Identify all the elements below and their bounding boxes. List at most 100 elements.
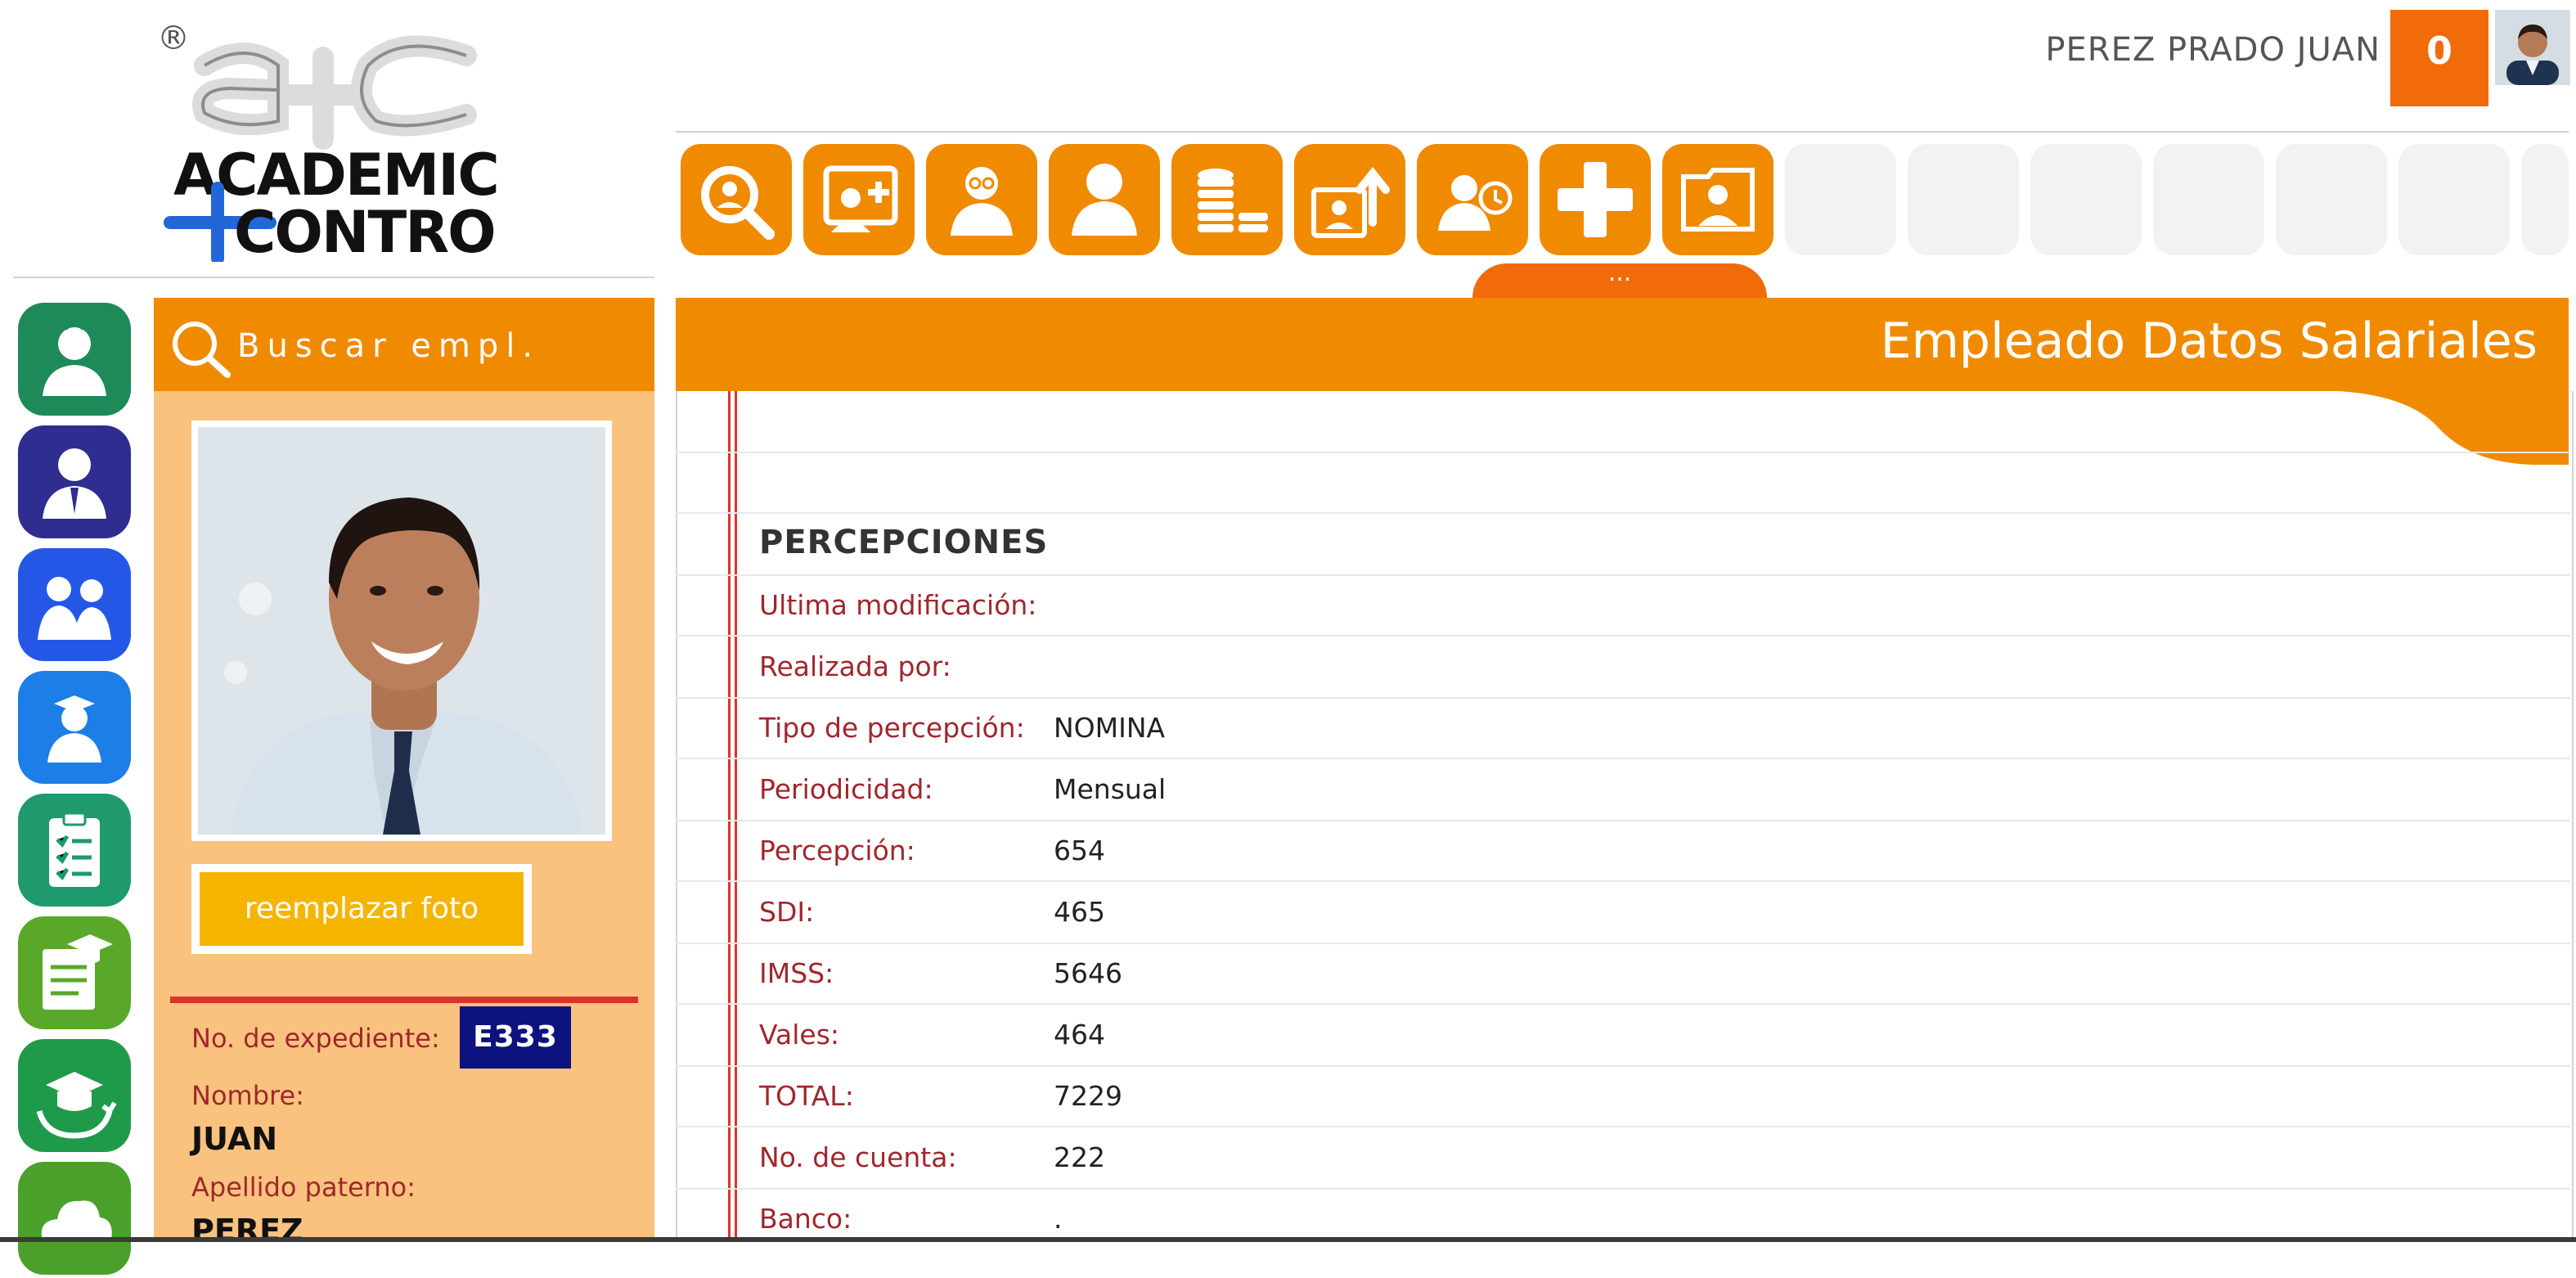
toolbar-empty-slot [1908,144,2019,255]
toolbar-empty-slot [2276,144,2387,255]
notification-badge[interactable]: 0 [2390,10,2488,106]
nav-students[interactable] [18,671,131,784]
nombre-label: Nombre: [191,1080,304,1111]
nav-parents[interactable] [18,548,131,661]
nav-evaluations[interactable] [18,794,131,907]
field-label-ultima-modificacion: Ultima modificación: [759,589,1037,621]
toolbar-add-button[interactable] [1540,144,1651,255]
toolbar-person-button[interactable] [1049,144,1160,255]
profile-divider [170,997,638,1003]
row-divider [676,1065,2570,1067]
field-label-tipo-percepcion: Tipo de percepción: [759,712,1025,744]
toolbar-empty-slot [2521,144,2569,255]
toolbar-empty-slot [2398,144,2510,255]
apellido-paterno-label: Apellido paterno: [191,1172,416,1203]
parents-icon [38,577,111,640]
employee-icon [43,448,106,519]
row-divider [676,1126,2570,1127]
nav-cloud[interactable] [18,1162,131,1275]
row-divider [676,697,2570,699]
toolbar-search-employee-button[interactable] [681,144,792,255]
add-employee-icon [823,165,898,232]
replace-photo-button[interactable]: reemplazar foto [200,872,524,946]
margin-line [735,391,737,1242]
user-avatar[interactable] [2495,10,2570,85]
expediente-badge: E333 [460,1006,571,1069]
employee-profile-icon [951,167,1013,236]
row-divider [676,512,2570,514]
search-employee-label[interactable]: Buscar empl. [237,327,540,365]
toolbar-history-button[interactable] [1417,144,1528,255]
field-label-no-cuenta: No. de cuenta: [759,1141,957,1173]
field-value-periodicidad: Mensual [1054,773,1167,805]
upload-person-icon [1311,166,1390,238]
expediente-label: No. de expediente: [191,1023,440,1054]
toolbar-add-employee-button[interactable] [803,144,915,255]
row-divider [676,1003,2570,1005]
row-divider [676,452,2570,453]
field-value-sdi: 465 [1054,896,1105,928]
toolbar-salary-button[interactable] [1171,144,1283,255]
certificate-icon [43,934,113,1010]
header-divider [676,131,2569,133]
nav-employees[interactable] [18,425,131,538]
row-divider [676,758,2570,759]
cloud-icon [41,1200,112,1240]
employee-photo [198,427,605,835]
field-label-total: TOTAL: [759,1080,854,1112]
row-divider [676,574,2570,576]
row-divider [676,943,2570,944]
page-title: Empleado Datos Salariales [1880,313,2538,370]
field-label-sdi: SDI: [759,896,815,928]
field-label-vales: Vales: [759,1019,840,1051]
search-icon [173,322,231,378]
row-divider [676,820,2570,821]
field-label-imss: IMSS: [759,957,834,989]
search-person-icon [701,166,775,240]
field-value-no-cuenta: 222 [1054,1141,1105,1173]
row-divider [676,880,2570,882]
row-divider [676,1188,2570,1190]
salary-data-panel [676,391,2574,1242]
margin-line [728,391,731,1242]
toolbar-more-tab[interactable]: ... [1472,261,1767,298]
toolbar-employee-profile-button[interactable] [926,144,1037,255]
graduation-cycle-icon [36,1072,117,1139]
section-title-percepciones: PERCEPCIONES [759,524,1049,561]
person-history-icon [1438,175,1513,231]
row-divider [676,635,2570,637]
field-value-total: 7229 [1054,1080,1122,1112]
field-value-banco: . [1054,1203,1063,1235]
logo-text-control: CONTROL [234,199,499,262]
person-icon [1072,164,1137,236]
field-value-percepcion: 654 [1054,835,1105,866]
plus-icon [1558,162,1633,237]
photo-person-icon [1681,168,1755,232]
field-label-realizada-por: Realizada por: [759,650,951,682]
nav-teachers[interactable] [18,303,131,416]
field-label-banco: Banco: [759,1203,852,1235]
student-icon [47,695,101,763]
coins-icon [1198,169,1268,232]
window-bottom-edge [0,1237,2576,1242]
field-value-imss: 5646 [1054,957,1122,989]
registered-mark: ® [157,20,190,57]
toolbar-empty-slot [1785,144,1896,255]
toolbar-photo-button[interactable] [1662,144,1774,255]
user-name[interactable]: PEREZ PRADO JUAN [1947,31,2380,69]
toolbar-upload-button[interactable] [1294,144,1405,255]
toolbar-empty-slot [2153,144,2264,255]
apellido-paterno-value: PEREZ [191,1213,303,1249]
field-label-periodicidad: Periodicidad: [759,773,933,805]
nav-certificates[interactable] [18,916,131,1029]
logo-divider [13,277,654,278]
nav-graduates[interactable] [18,1039,131,1152]
field-value-vales: 464 [1054,1019,1105,1051]
field-label-percepcion: Percepción: [759,835,915,866]
header-wave-decoration [2340,391,2569,465]
clipboard-icon [49,812,100,887]
teacher-icon [43,323,106,396]
academic-control-logo: ® ACADEMIC CONTROL [155,16,532,266]
toolbar-empty-slot [2030,144,2142,255]
field-value-tipo-percepcion: NOMINA [1054,712,1166,744]
